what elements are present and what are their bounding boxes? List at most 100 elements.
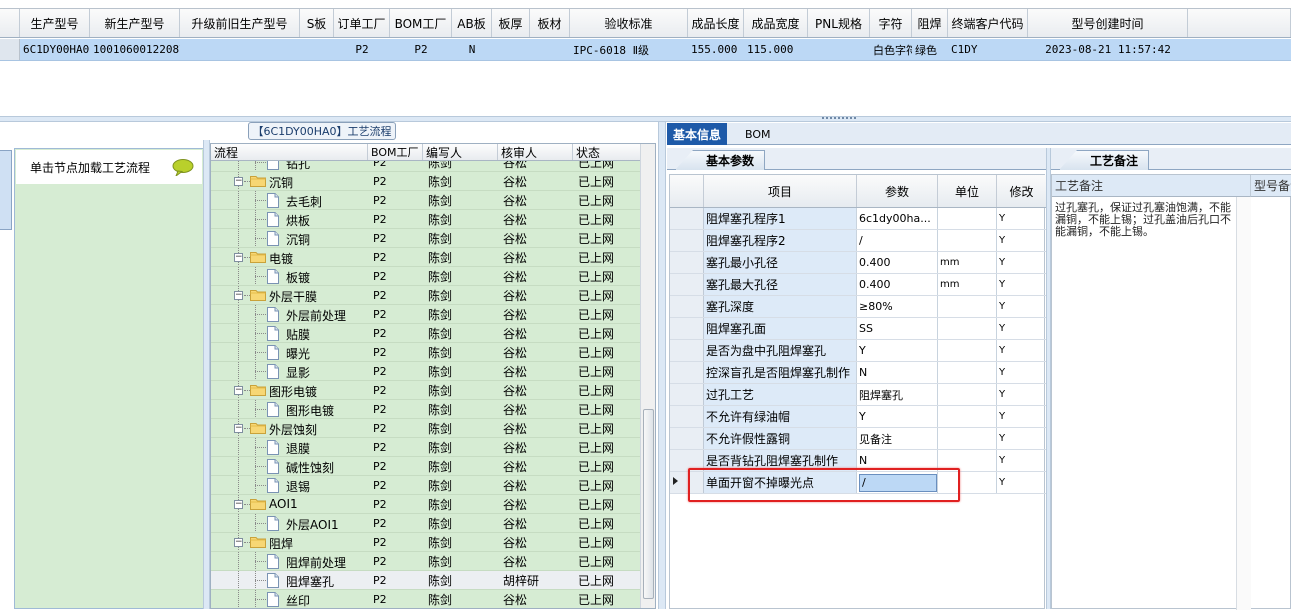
model-grid-col-header[interactable]: 板材 — [530, 9, 570, 37]
tree-node[interactable]: 沉铜 — [211, 229, 368, 247]
tree-node[interactable]: 阻焊前处理 — [211, 552, 368, 570]
model-grid-cell[interactable]: 6C1DY00HA0 — [20, 39, 90, 60]
tree-row[interactable]: 退膜 P2 陈剑 谷松 已上网 — [211, 438, 641, 457]
model-grid-cell[interactable]: 2023-08-21 11:57:42 — [1028, 39, 1188, 60]
collapse-toggle-icon[interactable]: − — [234, 424, 243, 433]
tree-scroll-thumb[interactable] — [643, 409, 654, 599]
param-value[interactable]: Y — [857, 406, 938, 427]
param-value[interactable]: 0.400 — [857, 274, 938, 295]
tree-node[interactable]: 退膜 — [211, 438, 368, 456]
tab-process-remark[interactable]: 工艺备注 — [1059, 150, 1150, 170]
tree-node[interactable]: 烘板 — [211, 210, 368, 228]
tree-row[interactable]: 退锡 P2 陈剑 谷松 已上网 — [211, 476, 641, 495]
model-grid-cell[interactable]: C1DY — [948, 39, 1028, 60]
tree-node[interactable]: 去毛刺 — [211, 191, 368, 209]
model-grid-col-header[interactable]: 终端客户代码 — [948, 9, 1028, 37]
collapse-toggle-icon[interactable]: − — [234, 253, 243, 262]
left-splitter[interactable] — [203, 140, 210, 609]
tree-col-header[interactable]: 编写人 — [423, 144, 498, 160]
model-grid-col-header[interactable]: 生产型号 — [20, 9, 90, 37]
model-grid-col-header[interactable]: AB板 — [452, 9, 492, 37]
param-modify-flag[interactable]: Y — [997, 362, 1046, 383]
param-row[interactable]: 是否为盘中孔阻焊塞孔 Y Y — [670, 340, 1046, 362]
collapse-toggle-icon[interactable]: − — [234, 177, 243, 186]
tree-node[interactable]: − 阻焊 — [211, 533, 368, 551]
model-grid-cell[interactable]: 155.000 — [688, 39, 744, 60]
tree-node[interactable]: 曝光 — [211, 343, 368, 361]
tree-row[interactable]: − 图形电镀 P2 陈剑 谷松 已上网 — [211, 381, 641, 400]
tree-col-header[interactable]: 流程 — [211, 144, 368, 160]
tree-node[interactable]: 退锡 — [211, 476, 368, 494]
collapse-toggle-icon[interactable]: − — [234, 538, 243, 547]
model-grid-cell[interactable]: 绿色 — [912, 39, 948, 60]
process-remark-text[interactable]: 过孔塞孔，保证过孔塞油饱满，不能漏铜，不能上锡；过孔盖油后孔口不能漏铜，不能上锡… — [1055, 202, 1235, 238]
tree-node[interactable]: 外层AOI1 — [211, 514, 368, 532]
param-row[interactable]: 塞孔最大孔径 0.400 mm Y — [670, 274, 1046, 296]
tree-row[interactable]: − 阻焊 P2 陈剑 谷松 已上网 — [211, 533, 641, 552]
tree-node[interactable]: 图形电镀 — [211, 400, 368, 418]
model-grid-col-header[interactable]: 新生产型号 — [90, 9, 180, 37]
param-row-indicator[interactable] — [670, 384, 704, 405]
model-grid-cell[interactable]: 115.000 — [744, 39, 808, 60]
param-row-indicator[interactable] — [670, 340, 704, 361]
tree-row[interactable]: 钻孔 P2 陈剑 谷松 已上网 — [211, 161, 641, 172]
tree-node[interactable]: − 沉铜 — [211, 172, 368, 190]
model-grid-col-header[interactable]: PNL规格 — [808, 9, 870, 37]
model-grid-cell[interactable]: IPC-6018 Ⅱ级 — [570, 39, 688, 60]
tree-node[interactable]: − 外层干膜 — [211, 286, 368, 304]
tree-row[interactable]: 丝印 P2 陈剑 谷松 已上网 — [211, 590, 641, 608]
tree-row[interactable]: − 外层干膜 P2 陈剑 谷松 已上网 — [211, 286, 641, 305]
collapse-toggle-icon[interactable]: − — [234, 500, 243, 509]
param-row-indicator[interactable] — [670, 318, 704, 339]
collapse-toggle-icon[interactable]: − — [234, 291, 243, 300]
model-grid-cell[interactable] — [492, 39, 530, 60]
param-modify-flag[interactable]: Y — [997, 296, 1046, 317]
param-row-indicator[interactable] — [670, 230, 704, 251]
param-modify-flag[interactable]: Y — [997, 230, 1046, 251]
tree-node[interactable]: 丝印 — [211, 590, 368, 608]
side-collapse-tab[interactable] — [0, 150, 12, 230]
model-grid-col-header[interactable]: 板厚 — [492, 9, 530, 37]
param-value[interactable]: 0.400 — [857, 252, 938, 273]
tree-row[interactable]: 板镀 P2 陈剑 谷松 已上网 — [211, 267, 641, 286]
param-modify-flag[interactable]: Y — [997, 340, 1046, 361]
param-value[interactable]: ≥80% — [857, 296, 938, 317]
tree-node[interactable]: 显影 — [211, 362, 368, 380]
tree-col-header[interactable]: 状态 — [573, 144, 641, 160]
tab-basic-params[interactable]: 基本参数 — [675, 150, 766, 170]
param-modify-flag[interactable]: Y — [997, 252, 1046, 273]
param-modify-flag[interactable]: Y — [997, 384, 1046, 405]
tree-row[interactable]: 阻焊塞孔 P2 陈剑 胡梓研 已上网 — [211, 571, 641, 590]
model-grid-col-header[interactable]: BOM工厂 — [390, 9, 452, 37]
tree-row[interactable]: 去毛刺 P2 陈剑 谷松 已上网 — [211, 191, 641, 210]
model-grid-col-header[interactable]: 字符 — [870, 9, 912, 37]
remark-scrollbar[interactable] — [1236, 197, 1251, 610]
param-value[interactable]: Y — [857, 340, 938, 361]
horizontal-splitter[interactable] — [0, 116, 1291, 122]
tree-row[interactable]: 烘板 P2 陈剑 谷松 已上网 — [211, 210, 641, 229]
tree-row[interactable]: 贴膜 P2 陈剑 谷松 已上网 — [211, 324, 641, 343]
tree-node[interactable]: − AOI1 — [211, 495, 368, 513]
tree-node[interactable]: − 电镀 — [211, 248, 368, 266]
model-grid-cell[interactable]: P2 — [390, 39, 452, 60]
param-modify-flag[interactable]: Y — [997, 472, 1046, 493]
model-grid-col-header[interactable]: 升级前旧生产型号 — [180, 9, 300, 37]
param-row[interactable]: 阻焊塞孔程序1 6c1dy00ha... Y — [670, 208, 1046, 230]
param-modify-flag[interactable]: Y — [997, 208, 1046, 229]
param-row-indicator[interactable] — [670, 208, 704, 229]
param-row-indicator[interactable] — [670, 362, 704, 383]
param-row-indicator[interactable] — [670, 296, 704, 317]
middle-splitter[interactable] — [658, 122, 666, 609]
model-grid-col-header[interactable] — [0, 9, 20, 37]
tree-node[interactable]: 阻焊塞孔 — [211, 571, 368, 589]
param-value[interactable]: 见备注 — [857, 428, 938, 449]
model-grid-cell[interactable]: N — [452, 39, 492, 60]
tree-row[interactable]: − AOI1 P2 陈剑 谷松 已上网 — [211, 495, 641, 514]
param-row-indicator[interactable] — [670, 406, 704, 427]
param-modify-flag[interactable]: Y — [997, 450, 1046, 471]
model-grid-cell[interactable] — [180, 39, 300, 60]
param-row[interactable]: 塞孔最小孔径 0.400 mm Y — [670, 252, 1046, 274]
tree-row[interactable]: − 外层蚀刻 P2 陈剑 谷松 已上网 — [211, 419, 641, 438]
model-grid-col-header[interactable]: 验收标准 — [570, 9, 688, 37]
tree-row[interactable]: 碱性蚀刻 P2 陈剑 谷松 已上网 — [211, 457, 641, 476]
